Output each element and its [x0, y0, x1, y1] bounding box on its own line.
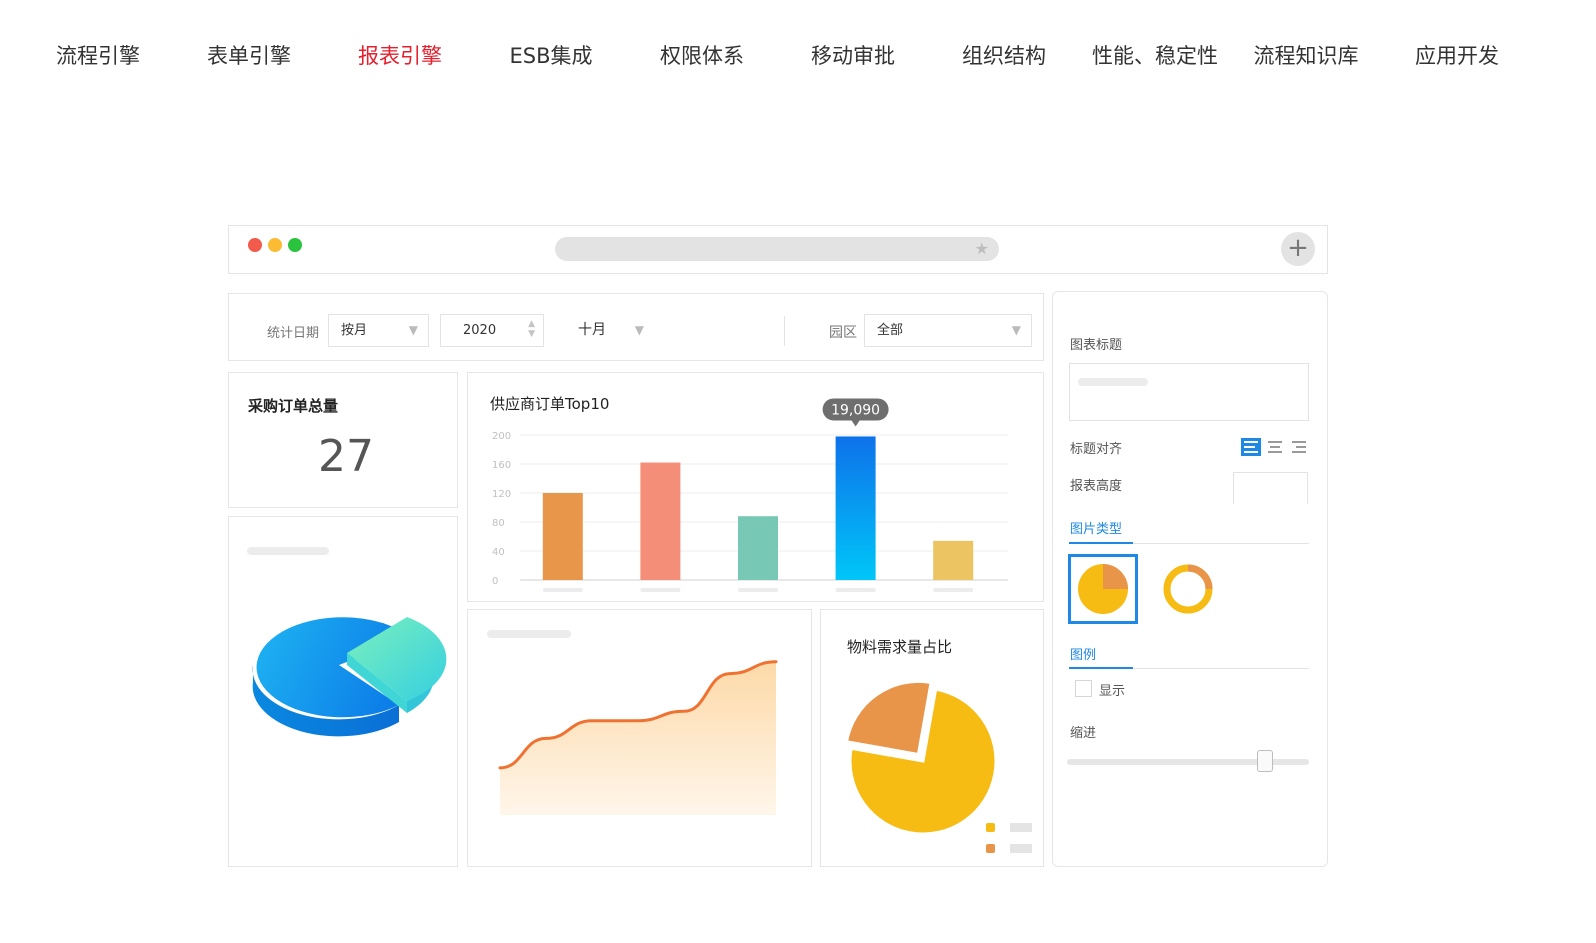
close-dot[interactable]: [248, 238, 262, 252]
star-icon[interactable]: ★: [975, 239, 989, 259]
address-bar[interactable]: ★: [555, 237, 999, 261]
chevron-down-icon: ▼: [1011, 323, 1021, 337]
region-label: 园区: [829, 325, 857, 341]
pie-chart-card: 物料需求量占比: [820, 609, 1044, 867]
align-center-icon[interactable]: [1265, 438, 1285, 456]
chart-title-input[interactable]: [1069, 363, 1309, 421]
pie-chart: [844, 679, 1032, 853]
indent-label: 缩进: [1070, 726, 1097, 741]
tab-underline: [1069, 542, 1309, 544]
region-select[interactable]: 全部 ▼: [864, 314, 1032, 347]
nav-item-2[interactable]: 报表引擎: [322, 40, 478, 70]
nav-item-6[interactable]: 组织结构: [926, 40, 1082, 70]
kpi-card: 采购订单总量 27: [228, 372, 458, 508]
year-value: 2020: [463, 323, 497, 338]
area-chart-card: [467, 609, 812, 867]
bar: [542, 493, 583, 580]
donut-type-icon: [1163, 564, 1213, 614]
bar-chart: 200 160 120 80 40 0 19,090: [492, 398, 1008, 592]
x-label-placeholder: [542, 588, 583, 592]
y-tick-label: 0: [492, 576, 498, 587]
y-tick-label: 160: [492, 460, 511, 471]
tooltip-label: 19,090: [831, 402, 880, 418]
x-label-placeholder: [933, 588, 974, 592]
bar: [835, 436, 876, 580]
month-value: 十月: [578, 322, 606, 338]
legend-label-placeholder: [1010, 844, 1032, 853]
minimize-dot[interactable]: [268, 238, 282, 252]
bar: [933, 540, 974, 580]
pie3d-card: [228, 516, 458, 867]
legend-swatch: [986, 844, 995, 853]
align-right-icon[interactable]: [1289, 438, 1309, 456]
region-value: 全部: [877, 323, 904, 338]
pie3d-chart: [252, 617, 447, 737]
pie-type-option[interactable]: [1068, 554, 1138, 624]
align-left-icon[interactable]: [1241, 438, 1261, 456]
date-label: 统计日期: [267, 326, 320, 341]
tab-image-type[interactable]: 图片类型: [1070, 518, 1122, 537]
bar-chart-card: 供应商订单Top10 200 160 120 80 40 0 19,090: [467, 372, 1044, 602]
settings-panel: 图表标题 标题对齐 报表高度 图片类型 图例 显示 缩进: [1052, 291, 1328, 867]
nav-item-7[interactable]: 性能、稳定性: [1077, 40, 1233, 70]
x-label-placeholder: [835, 588, 876, 592]
show-legend-label: 显示: [1099, 684, 1126, 699]
kpi-title: 采购订单总量: [248, 397, 339, 415]
slider-handle[interactable]: [1257, 750, 1273, 772]
period-select[interactable]: 按月 ▼: [328, 314, 429, 347]
indent-slider[interactable]: [1067, 750, 1309, 772]
pie-slice: [844, 679, 933, 757]
browser-titlebar: ★ +: [228, 225, 1328, 274]
nav-item-5[interactable]: 移动审批: [775, 40, 931, 70]
chevron-down-icon: ▼: [634, 323, 644, 337]
kpi-value: 27: [318, 431, 374, 482]
year-stepper[interactable]: 2020 ▲ ▼: [440, 314, 544, 347]
x-label-placeholder: [640, 588, 681, 592]
title-align-label: 标题对齐: [1070, 442, 1123, 457]
donut-type-option[interactable]: [1153, 554, 1223, 624]
nav-item-3[interactable]: ESB集成: [473, 40, 629, 70]
new-tab-button[interactable]: +: [1281, 232, 1315, 266]
tooltip-pointer: [851, 420, 860, 427]
report-height-label: 报表高度: [1070, 479, 1123, 494]
period-value: 按月: [341, 323, 368, 338]
nav-item-0[interactable]: 流程引擎: [20, 40, 176, 70]
nav-item-9[interactable]: 应用开发: [1379, 40, 1535, 70]
nav-item-8[interactable]: 流程知识库: [1228, 40, 1384, 70]
divider: [784, 316, 785, 346]
bar: [640, 462, 681, 580]
nav-item-1[interactable]: 表单引擎: [171, 40, 327, 70]
tab-underline: [1069, 667, 1309, 669]
y-tick-label: 40: [492, 547, 505, 558]
chart-title-label: 图表标题: [1070, 338, 1123, 353]
report-height-input[interactable]: [1233, 472, 1308, 504]
x-label-placeholder: [738, 588, 778, 592]
tab-legend[interactable]: 图例: [1070, 644, 1096, 663]
area-chart: [498, 660, 778, 815]
filter-bar: 统计日期 按月 ▼ 2020 ▲ ▼ 十月 ▼ 园区 全部 ▼: [228, 293, 1044, 361]
stepper-arrows-icon[interactable]: ▲ ▼: [528, 319, 535, 339]
top-nav: 流程引擎 表单引擎 报表引擎 ESB集成 权限体系 移动审批 组织结构 性能、稳定性 流程知识库…: [20, 40, 1576, 80]
chevron-down-icon: ▼: [408, 323, 418, 337]
legend-swatch: [986, 823, 995, 832]
pie-type-icon: [1078, 564, 1128, 614]
y-tick-label: 200: [492, 431, 511, 442]
maximize-dot[interactable]: [288, 238, 302, 252]
bar: [738, 516, 778, 580]
nav-item-4[interactable]: 权限体系: [624, 40, 780, 70]
input-placeholder: [1078, 378, 1148, 386]
y-tick-label: 120: [492, 489, 511, 500]
legend-label-placeholder: [1010, 823, 1032, 832]
y-tick-label: 80: [492, 518, 505, 529]
month-select[interactable]: 十月 ▼: [565, 314, 655, 347]
show-legend-checkbox[interactable]: [1075, 680, 1092, 697]
